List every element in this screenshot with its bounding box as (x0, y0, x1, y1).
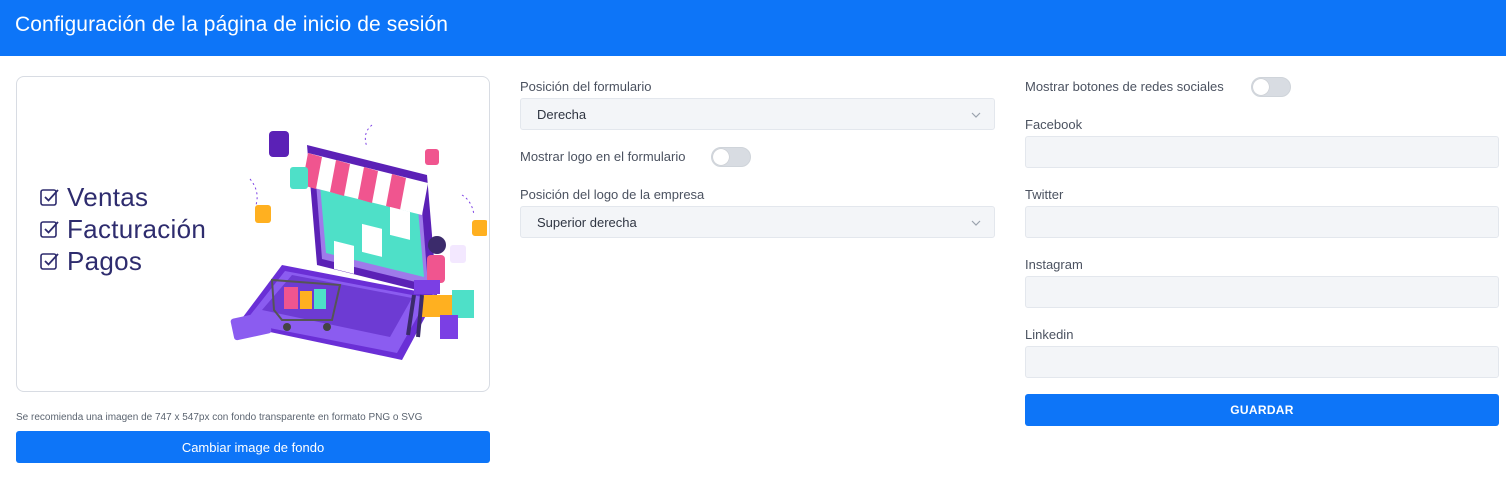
save-button[interactable]: GUARDAR (1025, 394, 1499, 426)
logo-position-label: Posición del logo de la empresa (520, 187, 705, 202)
show-social-buttons-toggle[interactable] (1251, 77, 1291, 97)
facebook-label: Facebook (1025, 117, 1083, 132)
form-position-value: Derecha (537, 106, 587, 122)
checklist-item: Pagos (39, 245, 206, 277)
show-logo-label: Mostrar logo en el formulario (520, 149, 686, 164)
page-title: Configuración de la página de inicio de … (15, 13, 449, 36)
change-background-button[interactable]: Cambiar image de fondo (16, 431, 490, 463)
twitter-input[interactable] (1025, 206, 1499, 238)
checklist-item: Ventas (39, 181, 206, 213)
instagram-label: Instagram (1025, 257, 1083, 272)
chevron-down-icon (971, 112, 981, 118)
checklist-item: Facturación (39, 213, 206, 245)
checkbox-checked-icon (40, 221, 59, 238)
instagram-input[interactable] (1025, 276, 1499, 308)
checklist-label: Ventas (67, 181, 149, 212)
form-position-label: Posición del formulario (520, 79, 652, 94)
twitter-label: Twitter (1025, 187, 1064, 202)
toggle-knob (1253, 79, 1269, 95)
toggle-knob (713, 149, 729, 165)
show-logo-toggle[interactable] (711, 147, 751, 167)
show-social-buttons-label: Mostrar botones de redes sociales (1025, 79, 1224, 94)
linkedin-label: Linkedin (1025, 327, 1074, 342)
checklist-label: Pagos (67, 245, 143, 276)
linkedin-input[interactable] (1025, 346, 1499, 378)
online-shopping-illustration (230, 124, 487, 360)
checkbox-checked-icon (40, 189, 59, 206)
checklist: Ventas Facturación Pagos (39, 181, 206, 277)
logo-position-value: Superior derecha (537, 214, 637, 230)
logo-position-select[interactable]: Superior derecha (520, 206, 995, 238)
background-image-preview: Ventas Facturación Pagos (16, 76, 490, 392)
facebook-input[interactable] (1025, 136, 1499, 168)
checklist-label: Facturación (67, 213, 207, 244)
page-header: Configuración de la página de inicio de … (0, 0, 1506, 56)
image-recommendation-note: Se recomienda una imagen de 747 x 547px … (16, 412, 423, 423)
form-position-select[interactable]: Derecha (520, 98, 995, 130)
checkbox-checked-icon (40, 253, 59, 270)
chevron-down-icon (971, 220, 981, 226)
